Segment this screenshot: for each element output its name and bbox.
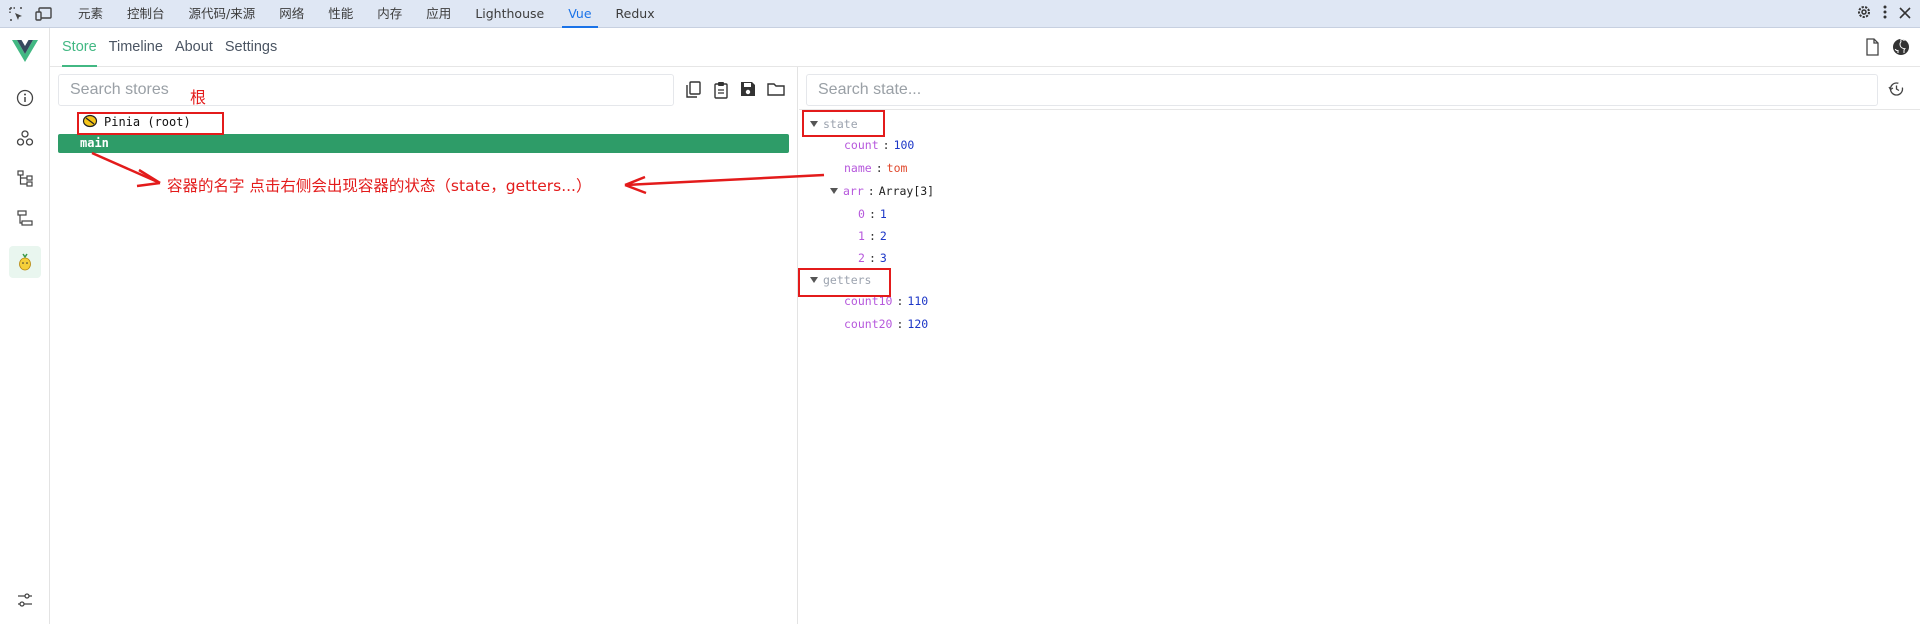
tab-lighthouse[interactable]: Lighthouse xyxy=(463,0,556,28)
state-search-input[interactable]: Search state... xyxy=(806,74,1878,106)
tree-icon[interactable] xyxy=(9,162,41,194)
state-key: name xyxy=(844,161,872,175)
caret-down-icon xyxy=(830,188,838,194)
getter-value: 110 xyxy=(907,294,929,308)
annotation-box-root xyxy=(77,112,224,135)
array-item-row[interactable]: 1:2 xyxy=(858,227,887,245)
components-icon[interactable] xyxy=(9,122,41,154)
vue-devtools-sidebar xyxy=(0,28,50,624)
annotation-store-note: 容器的名字 点击右侧会出现容器的状态（state，getters...） xyxy=(167,177,592,195)
vue-logo-icon xyxy=(12,40,38,66)
history-icon[interactable] xyxy=(1888,81,1904,101)
settings-sliders-icon[interactable] xyxy=(9,584,41,616)
document-icon[interactable] xyxy=(1864,38,1880,60)
tab-timeline[interactable]: Timeline xyxy=(103,28,169,67)
state-key: count xyxy=(844,138,879,152)
state-value: Array[3] xyxy=(878,184,935,198)
tab-memory[interactable]: 内存 xyxy=(365,0,414,28)
pinia-icon[interactable] xyxy=(9,246,41,278)
annotation-box-getters xyxy=(798,268,891,297)
gear-icon[interactable] xyxy=(1856,4,1872,24)
timeline-icon[interactable] xyxy=(9,202,41,234)
array-value: 3 xyxy=(879,251,887,265)
tab-elements[interactable]: 元素 xyxy=(66,0,115,28)
state-row-array[interactable]: arr: Array[3] xyxy=(830,182,934,200)
array-index: 2 xyxy=(858,251,865,265)
tab-settings[interactable]: Settings xyxy=(219,28,283,67)
tab-sources[interactable]: 源代码/来源 xyxy=(177,0,268,28)
clipboard-icon[interactable] xyxy=(713,81,729,103)
folder-icon[interactable] xyxy=(767,81,785,103)
more-options-icon[interactable] xyxy=(1882,4,1888,24)
state-value: 100 xyxy=(893,138,915,152)
devtools-tabs: 元素 控制台 源代码/来源 网络 性能 内存 应用 Lighthouse Vue… xyxy=(66,0,667,28)
device-toolbar-icon[interactable] xyxy=(30,0,58,28)
annotation-box-state xyxy=(802,110,885,137)
close-icon[interactable] xyxy=(1898,5,1912,24)
tab-performance[interactable]: 性能 xyxy=(316,0,365,28)
devtools-toolbar: 元素 控制台 源代码/来源 网络 性能 内存 应用 Lighthouse Vue… xyxy=(0,0,1920,28)
devtools-right-controls xyxy=(1856,0,1912,28)
tab-about[interactable]: About xyxy=(169,28,219,67)
copy-icon[interactable] xyxy=(685,81,702,103)
tab-console[interactable]: 控制台 xyxy=(115,0,177,28)
vue-nav-bar: Store Timeline About Settings xyxy=(50,28,1920,67)
annotation-root-note: 根 xyxy=(190,88,207,107)
store-toolbar xyxy=(685,81,785,103)
github-icon[interactable] xyxy=(1892,38,1910,60)
store-search-input[interactable]: Search stores xyxy=(58,74,674,106)
save-icon[interactable] xyxy=(740,81,756,103)
stores-pane: Search stores Pinia (root) main xyxy=(50,67,798,624)
tab-store[interactable]: Store xyxy=(56,28,103,67)
array-item-row[interactable]: 2:3 xyxy=(858,249,887,267)
array-index: 0 xyxy=(858,207,865,221)
tab-application[interactable]: 应用 xyxy=(414,0,463,28)
tab-vue[interactable]: Vue xyxy=(556,0,603,28)
state-row[interactable]: name: tom xyxy=(844,159,907,177)
state-divider xyxy=(799,109,1920,110)
tab-network[interactable]: 网络 xyxy=(267,0,316,28)
array-item-row[interactable]: 0:1 xyxy=(858,205,887,223)
getter-row[interactable]: count20:120 xyxy=(844,315,928,333)
array-value: 2 xyxy=(879,229,887,243)
inspect-element-icon[interactable] xyxy=(2,0,30,28)
tab-redux[interactable]: Redux xyxy=(604,0,667,28)
state-row[interactable]: count:100 xyxy=(844,136,914,154)
array-value: 1 xyxy=(879,207,887,221)
info-icon[interactable] xyxy=(9,82,41,114)
array-index: 1 xyxy=(858,229,865,243)
state-key: arr xyxy=(843,184,864,198)
getter-key: count20 xyxy=(844,317,893,331)
state-value: tom xyxy=(886,161,908,175)
getter-value: 120 xyxy=(907,317,929,331)
store-item-main[interactable]: main xyxy=(58,134,789,153)
nav-right-icons xyxy=(1864,38,1910,60)
